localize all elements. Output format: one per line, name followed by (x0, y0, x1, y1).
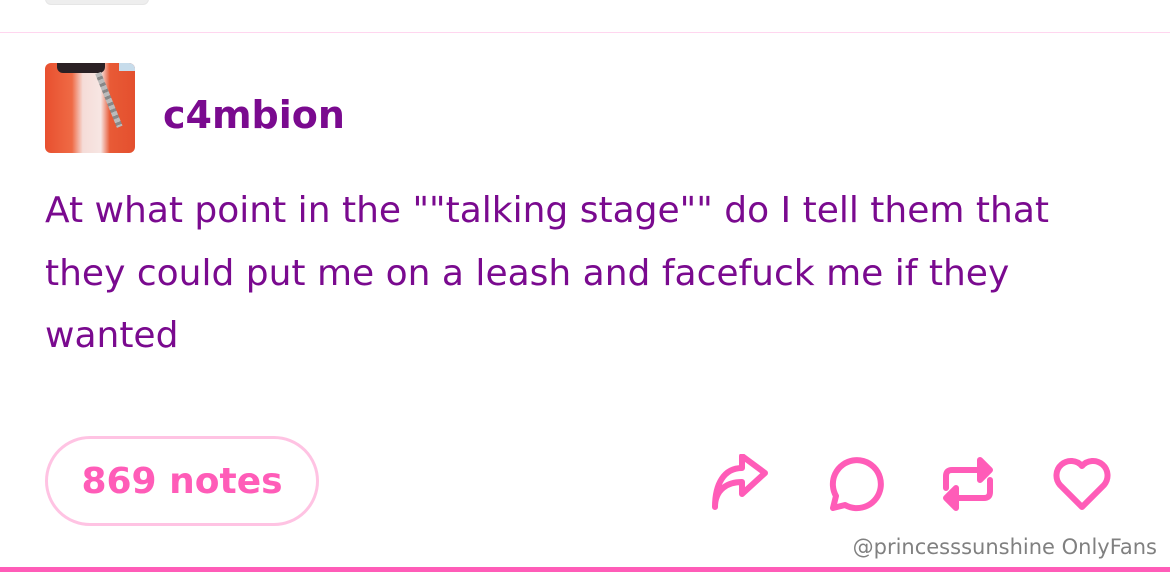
comment-icon (829, 457, 884, 512)
bottom-border (0, 567, 1170, 572)
avatar[interactable] (45, 63, 135, 153)
post-body: At what point in the ""talking stage"" d… (45, 190, 1050, 356)
previous-post-stub (45, 0, 149, 5)
post-actions (0, 454, 1170, 514)
like-button[interactable] (1052, 454, 1112, 514)
share-button[interactable] (710, 454, 770, 514)
heart-icon (1053, 457, 1111, 510)
watermark: @princesssunshine OnlyFans (852, 535, 1157, 559)
reblog-icon (943, 457, 993, 511)
post-divider (0, 32, 1170, 33)
share-icon (712, 454, 768, 510)
reblog-button[interactable] (938, 454, 998, 514)
reply-button[interactable] (825, 454, 885, 514)
username-link[interactable]: c4mbion (163, 92, 345, 138)
